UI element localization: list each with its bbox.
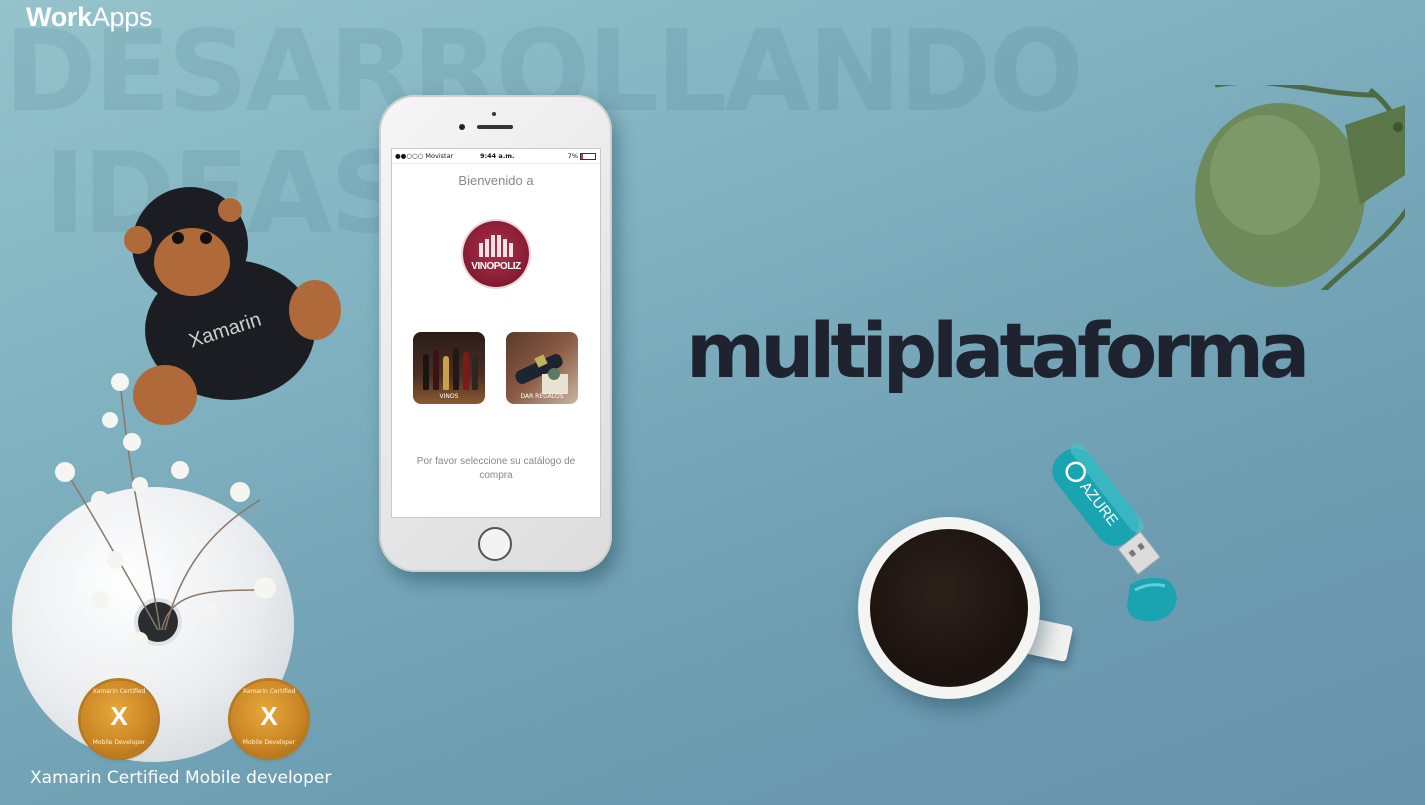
carrier-label: ●●○○○ Movistar	[395, 152, 454, 160]
brand-logo-apps: Apps	[91, 2, 153, 32]
battery-percent: 7%	[567, 152, 578, 160]
badge-top-text: Xamarin Certified	[92, 688, 146, 695]
certification-caption: Xamarin Certified Mobile developer	[30, 768, 332, 788]
headline: multiplataforma	[686, 306, 1310, 395]
badge-bottom-text: Mobile Developer	[242, 739, 296, 746]
badge-bottom-text: Mobile Developer	[92, 739, 146, 746]
tile-vinos[interactable]: VINOS	[413, 332, 485, 404]
bottle-icon	[423, 354, 429, 390]
phone-screen: ●●○○○ Movistar 9:44 a.m. 7% Bienvenido a…	[391, 148, 601, 518]
vinopoliz-logo: VINOPOLIZ	[463, 221, 529, 287]
bottle-icon	[443, 356, 449, 390]
tile-dar-regalos[interactable]: DAR REGALOS	[506, 332, 578, 404]
brand-logo-work: Work	[26, 2, 92, 32]
brand-logo[interactable]: WorkApps	[26, 2, 152, 33]
xamarin-certified-badge: Xamarin Certified X Mobile Developer	[81, 681, 157, 757]
home-button[interactable]	[478, 527, 512, 561]
catalog-hint: Por favor seleccione su catálogo de comp…	[416, 456, 576, 481]
phone-camera	[459, 124, 465, 130]
castle-icon	[479, 235, 513, 257]
phone-sensor	[492, 112, 496, 116]
xamarin-certified-badge: Xamarin Certified X Mobile Developer	[231, 681, 307, 757]
clock-label: 9:44 a.m.	[480, 152, 515, 160]
welcome-text: Bienvenido a	[458, 173, 534, 188]
lamp-image	[1195, 85, 1405, 290]
bottle-icon	[472, 357, 478, 390]
vinopoliz-logo-text: VINOPOLIZ	[471, 261, 521, 272]
status-bar: ●●○○○ Movistar 9:44 a.m. 7%	[392, 149, 600, 164]
tile-dar-regalos-label: DAR REGALOS	[520, 393, 564, 400]
bottle-icon	[433, 350, 439, 390]
badge-top-text: Xamarin Certified	[242, 688, 296, 695]
battery-icon	[580, 152, 596, 160]
tile-vinos-label: VINOS	[439, 393, 459, 400]
xamarin-x-icon: X	[110, 701, 128, 731]
coffee	[870, 529, 1028, 687]
bottle-icon	[453, 348, 459, 390]
xamarin-monkey-image: Xamarin	[124, 187, 341, 425]
usb-drive-image: AZURE	[1052, 443, 1177, 622]
bottle-icon	[463, 352, 469, 390]
battery-indicator: 7%	[568, 152, 596, 160]
xamarin-x-icon: X	[260, 701, 278, 731]
phone-speaker	[477, 125, 513, 129]
